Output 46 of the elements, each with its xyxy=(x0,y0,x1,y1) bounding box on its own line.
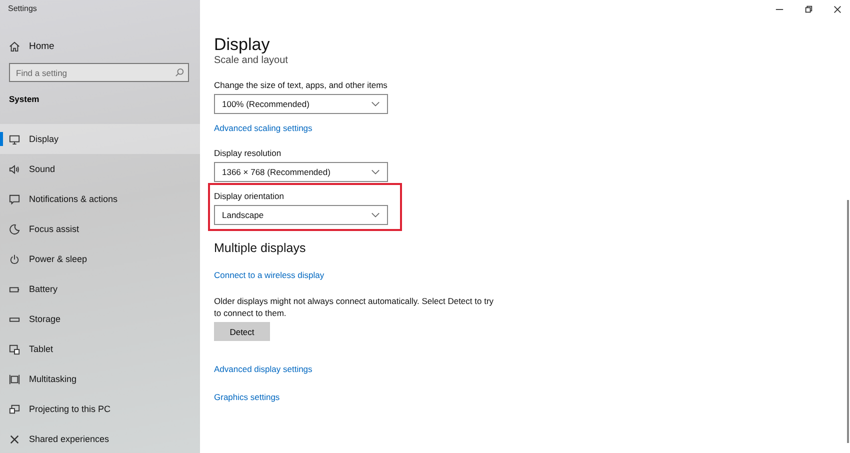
moon-icon xyxy=(9,224,20,234)
search-field[interactable]: Find a setting xyxy=(9,63,189,82)
window-split-icon xyxy=(9,374,20,384)
projector-icon xyxy=(9,404,20,414)
dropdown[interactable]: 100% (Recommended) xyxy=(214,94,388,114)
restore-icon[interactable] xyxy=(804,5,813,14)
dropdown[interactable]: 1366 × 768 (Recommended) xyxy=(214,162,388,182)
close-icon[interactable] xyxy=(833,5,842,14)
field-label: Change the size of text, apps, and other items xyxy=(214,80,388,90)
sidebar-item[interactable]: Display xyxy=(0,124,200,154)
page-title: Display xyxy=(214,34,270,56)
monitor-icon xyxy=(9,134,20,144)
scrollbar[interactable] xyxy=(847,200,849,443)
chevron-down-icon xyxy=(371,212,380,218)
home-nav-item[interactable]: Home xyxy=(0,34,200,58)
sidebar-item[interactable]: Projecting to this PC xyxy=(0,394,200,424)
chevron-down-icon xyxy=(371,101,380,107)
section-heading: Multiple displays xyxy=(214,241,306,255)
link[interactable]: Advanced display settings xyxy=(214,364,312,374)
field-label: Display orientation xyxy=(214,191,285,201)
sidebar-item[interactable]: Shared experiences xyxy=(0,424,200,453)
sidebar-item[interactable]: Battery xyxy=(0,274,200,304)
sidebar-item[interactable]: Tablet xyxy=(0,334,200,364)
sidebar-item[interactable]: Focus assist xyxy=(0,214,200,244)
sidebar-item[interactable]: Sound xyxy=(0,154,200,184)
link[interactable]: Graphics settings xyxy=(214,392,280,402)
chevron-down-icon xyxy=(371,169,380,175)
link[interactable]: Advanced scaling settings xyxy=(214,123,312,133)
window-title: Settings xyxy=(7,4,38,15)
chat-bubble-icon xyxy=(9,194,20,204)
detect-button[interactable]: Detect xyxy=(214,322,270,341)
field-label: Display resolution xyxy=(214,148,282,158)
power-icon xyxy=(9,254,20,264)
section-heading: System xyxy=(8,93,40,106)
description-text: Older displays might not always connect automatically. Select Detect to try to connect to them. xyxy=(214,295,495,319)
sidebar-item[interactable]: Power & sleep xyxy=(0,244,200,274)
tablet-icon xyxy=(9,344,20,354)
link[interactable]: Connect to a wireless display xyxy=(214,270,324,280)
sidebar-item[interactable]: Multitasking xyxy=(0,364,200,394)
sidebar-item[interactable]: Storage xyxy=(0,304,200,334)
section-heading: Scale and layout xyxy=(214,56,288,66)
search-icon xyxy=(175,68,184,77)
speaker-icon xyxy=(9,164,20,174)
sidebar-item[interactable]: Notifications & actions xyxy=(0,184,200,214)
dropdown[interactable]: Landscape xyxy=(214,205,388,225)
home-icon xyxy=(9,40,20,52)
